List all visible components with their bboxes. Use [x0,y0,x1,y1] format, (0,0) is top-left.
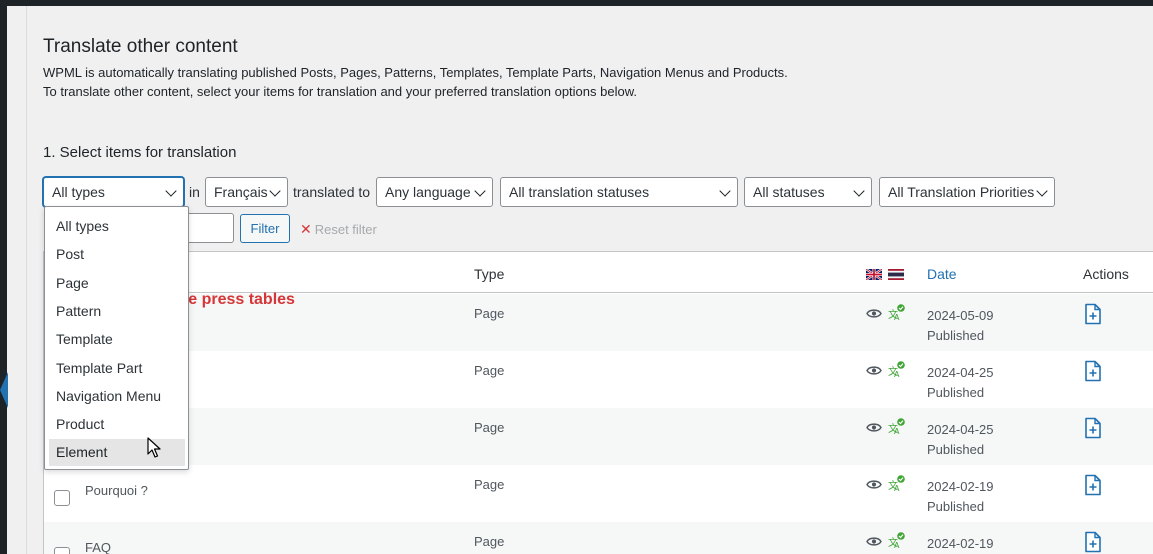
post-status-value: All statuses [753,184,825,200]
row-checkbox[interactable] [54,547,70,554]
table-header: Type Date Actions [44,252,1153,293]
section-heading: 1. Select items for translation [43,144,237,161]
row-date: 2024-02-19 [927,536,994,551]
admin-top-bar [0,0,1153,6]
row-status: Published [927,385,985,400]
column-header-date[interactable]: Date [927,266,957,282]
row-status: Published [927,499,985,514]
add-document-icon[interactable] [1083,417,1103,439]
row-checkbox[interactable] [54,490,70,506]
row-date: 2024-04-25 [927,422,994,437]
column-header-type: Type [474,266,505,282]
table-row: Pourquoi ? Page 文 A 2024-02-19 Published [44,465,1153,522]
row-date-cell: 2024-04-25 Published [927,363,994,403]
search-input[interactable] [185,213,234,243]
dropdown-option[interactable]: Product [49,411,185,438]
row-type: Page [474,477,505,492]
chevron-down-icon [853,185,865,197]
row-date: 2024-05-09 [927,308,994,323]
row-date-cell: 2024-04-25 Published [927,420,994,460]
add-document-icon[interactable] [1083,531,1103,553]
add-document-icon[interactable] [1083,360,1103,382]
translated-check-icon[interactable]: 文A [888,532,905,549]
svg-text:A: A [894,313,900,321]
filter-button[interactable]: Filter [240,214,290,243]
flag-thailand-icon [888,269,904,280]
dropdown-option[interactable]: All types [49,213,185,240]
mouse-cursor-icon [147,437,161,458]
row-status: Published [927,442,985,457]
dropdown-option[interactable]: Pattern [49,298,185,325]
row-type: Page [474,306,505,321]
dropdown-option[interactable]: Template [49,326,185,353]
row-status: Published [927,328,985,343]
dropdown-option[interactable]: Element [49,439,185,467]
row-date: 2024-04-25 [927,365,994,380]
translated-check-icon[interactable]: 文A [888,418,905,435]
reset-filter-label: Reset filter [314,222,377,237]
row-date-cell: 2024-05-09 Published [927,306,994,346]
svg-text:A: A [894,484,900,492]
translation-status-value: All translation statuses [509,184,650,200]
dropdown-option[interactable]: Navigation Menu [49,383,185,410]
table-row: นตัวPage文A2024-04-25Published [44,351,1153,408]
row-date: 2024-02-19 [927,479,994,494]
dropdown-option[interactable]: Template Part [49,355,185,382]
priority-select[interactable]: All Translation Priorities [879,177,1055,207]
translated-to-label: translated to [293,184,371,200]
translation-status-select[interactable]: All translation statuses [500,177,738,207]
chevron-down-icon [269,185,281,197]
row-title[interactable]: FAQ [85,540,111,554]
chevron-down-icon [165,185,177,197]
row-title[interactable]: Pourquoi ? [85,483,148,498]
eye-icon[interactable] [866,536,882,547]
translated-check-icon[interactable]: 文A [888,475,905,492]
source-language-value: Français [214,184,268,200]
eye-icon[interactable] [866,422,882,433]
admin-side-menu [0,6,7,554]
type-select[interactable]: All types [43,177,184,207]
translated-check-icon[interactable]: 文A [888,361,905,378]
svg-text:A: A [894,541,900,549]
reset-filter-link[interactable]: ✕ Reset filter [300,221,377,238]
page-title: Translate other content [43,36,238,57]
eye-icon[interactable] [866,365,882,376]
translated-check-icon[interactable]: 文A [888,304,905,321]
flag-uk-icon [866,269,882,280]
page-description-line-1: WPML is automatically translating publis… [43,65,788,80]
type-dropdown-list: All types Post Page Pattern Template Template… [44,206,189,470]
table-row: FAQ Page 文 A 2024-02-19 [44,522,1153,554]
page-description-line-2: To translate other content, select your … [43,84,637,99]
dropdown-option[interactable]: Post [49,241,185,268]
divider [26,6,27,554]
close-icon: ✕ [300,221,312,237]
row-type: Page [474,420,505,435]
row-date-cell: 2024-02-19 Published [927,477,994,517]
chevron-down-icon [474,185,486,197]
svg-text:A: A [894,370,900,378]
priority-value: All Translation Priorities [888,184,1035,200]
in-label: in [189,184,200,200]
target-language-select[interactable]: Any language [376,177,493,207]
column-header-actions: Actions [1083,266,1129,282]
type-select-value: All types [52,184,105,200]
chevron-down-icon [1036,185,1048,197]
eye-icon[interactable] [866,308,882,319]
eye-icon[interactable] [866,479,882,490]
chevron-down-icon [719,185,731,197]
target-language-value: Any language [385,184,471,200]
collapse-handle[interactable] [0,372,8,408]
add-document-icon[interactable] [1083,303,1103,325]
add-document-icon[interactable] [1083,474,1103,496]
svg-text:A: A [894,427,900,435]
dropdown-option[interactable]: Page [49,270,185,297]
table-row: นตัวPage文A2024-04-25Published [44,408,1153,465]
row-date-cell: 2024-02-19 [927,534,994,554]
row-type: Page [474,534,505,549]
source-language-select[interactable]: Français [205,177,288,207]
row-type: Page [474,363,505,378]
post-status-select[interactable]: All statuses [744,177,872,207]
